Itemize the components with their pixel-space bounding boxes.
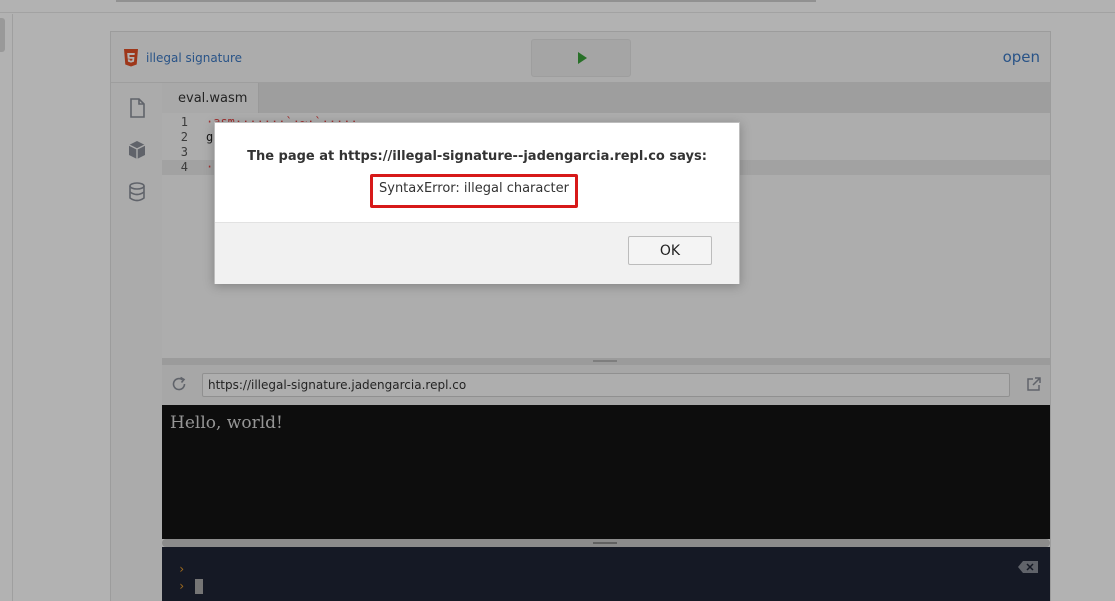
modal-backdrop bbox=[0, 0, 1115, 601]
ok-button[interactable]: OK bbox=[628, 236, 712, 265]
dialog-footer: OK bbox=[215, 222, 739, 284]
alert-dialog: The page at https://illegal-signature--j… bbox=[214, 122, 740, 284]
screen: illegal signature open eval.wasm 1 2 g 3… bbox=[0, 0, 1115, 601]
highlight-box bbox=[370, 174, 578, 208]
dialog-title: The page at https://illegal-signature--j… bbox=[247, 149, 707, 164]
